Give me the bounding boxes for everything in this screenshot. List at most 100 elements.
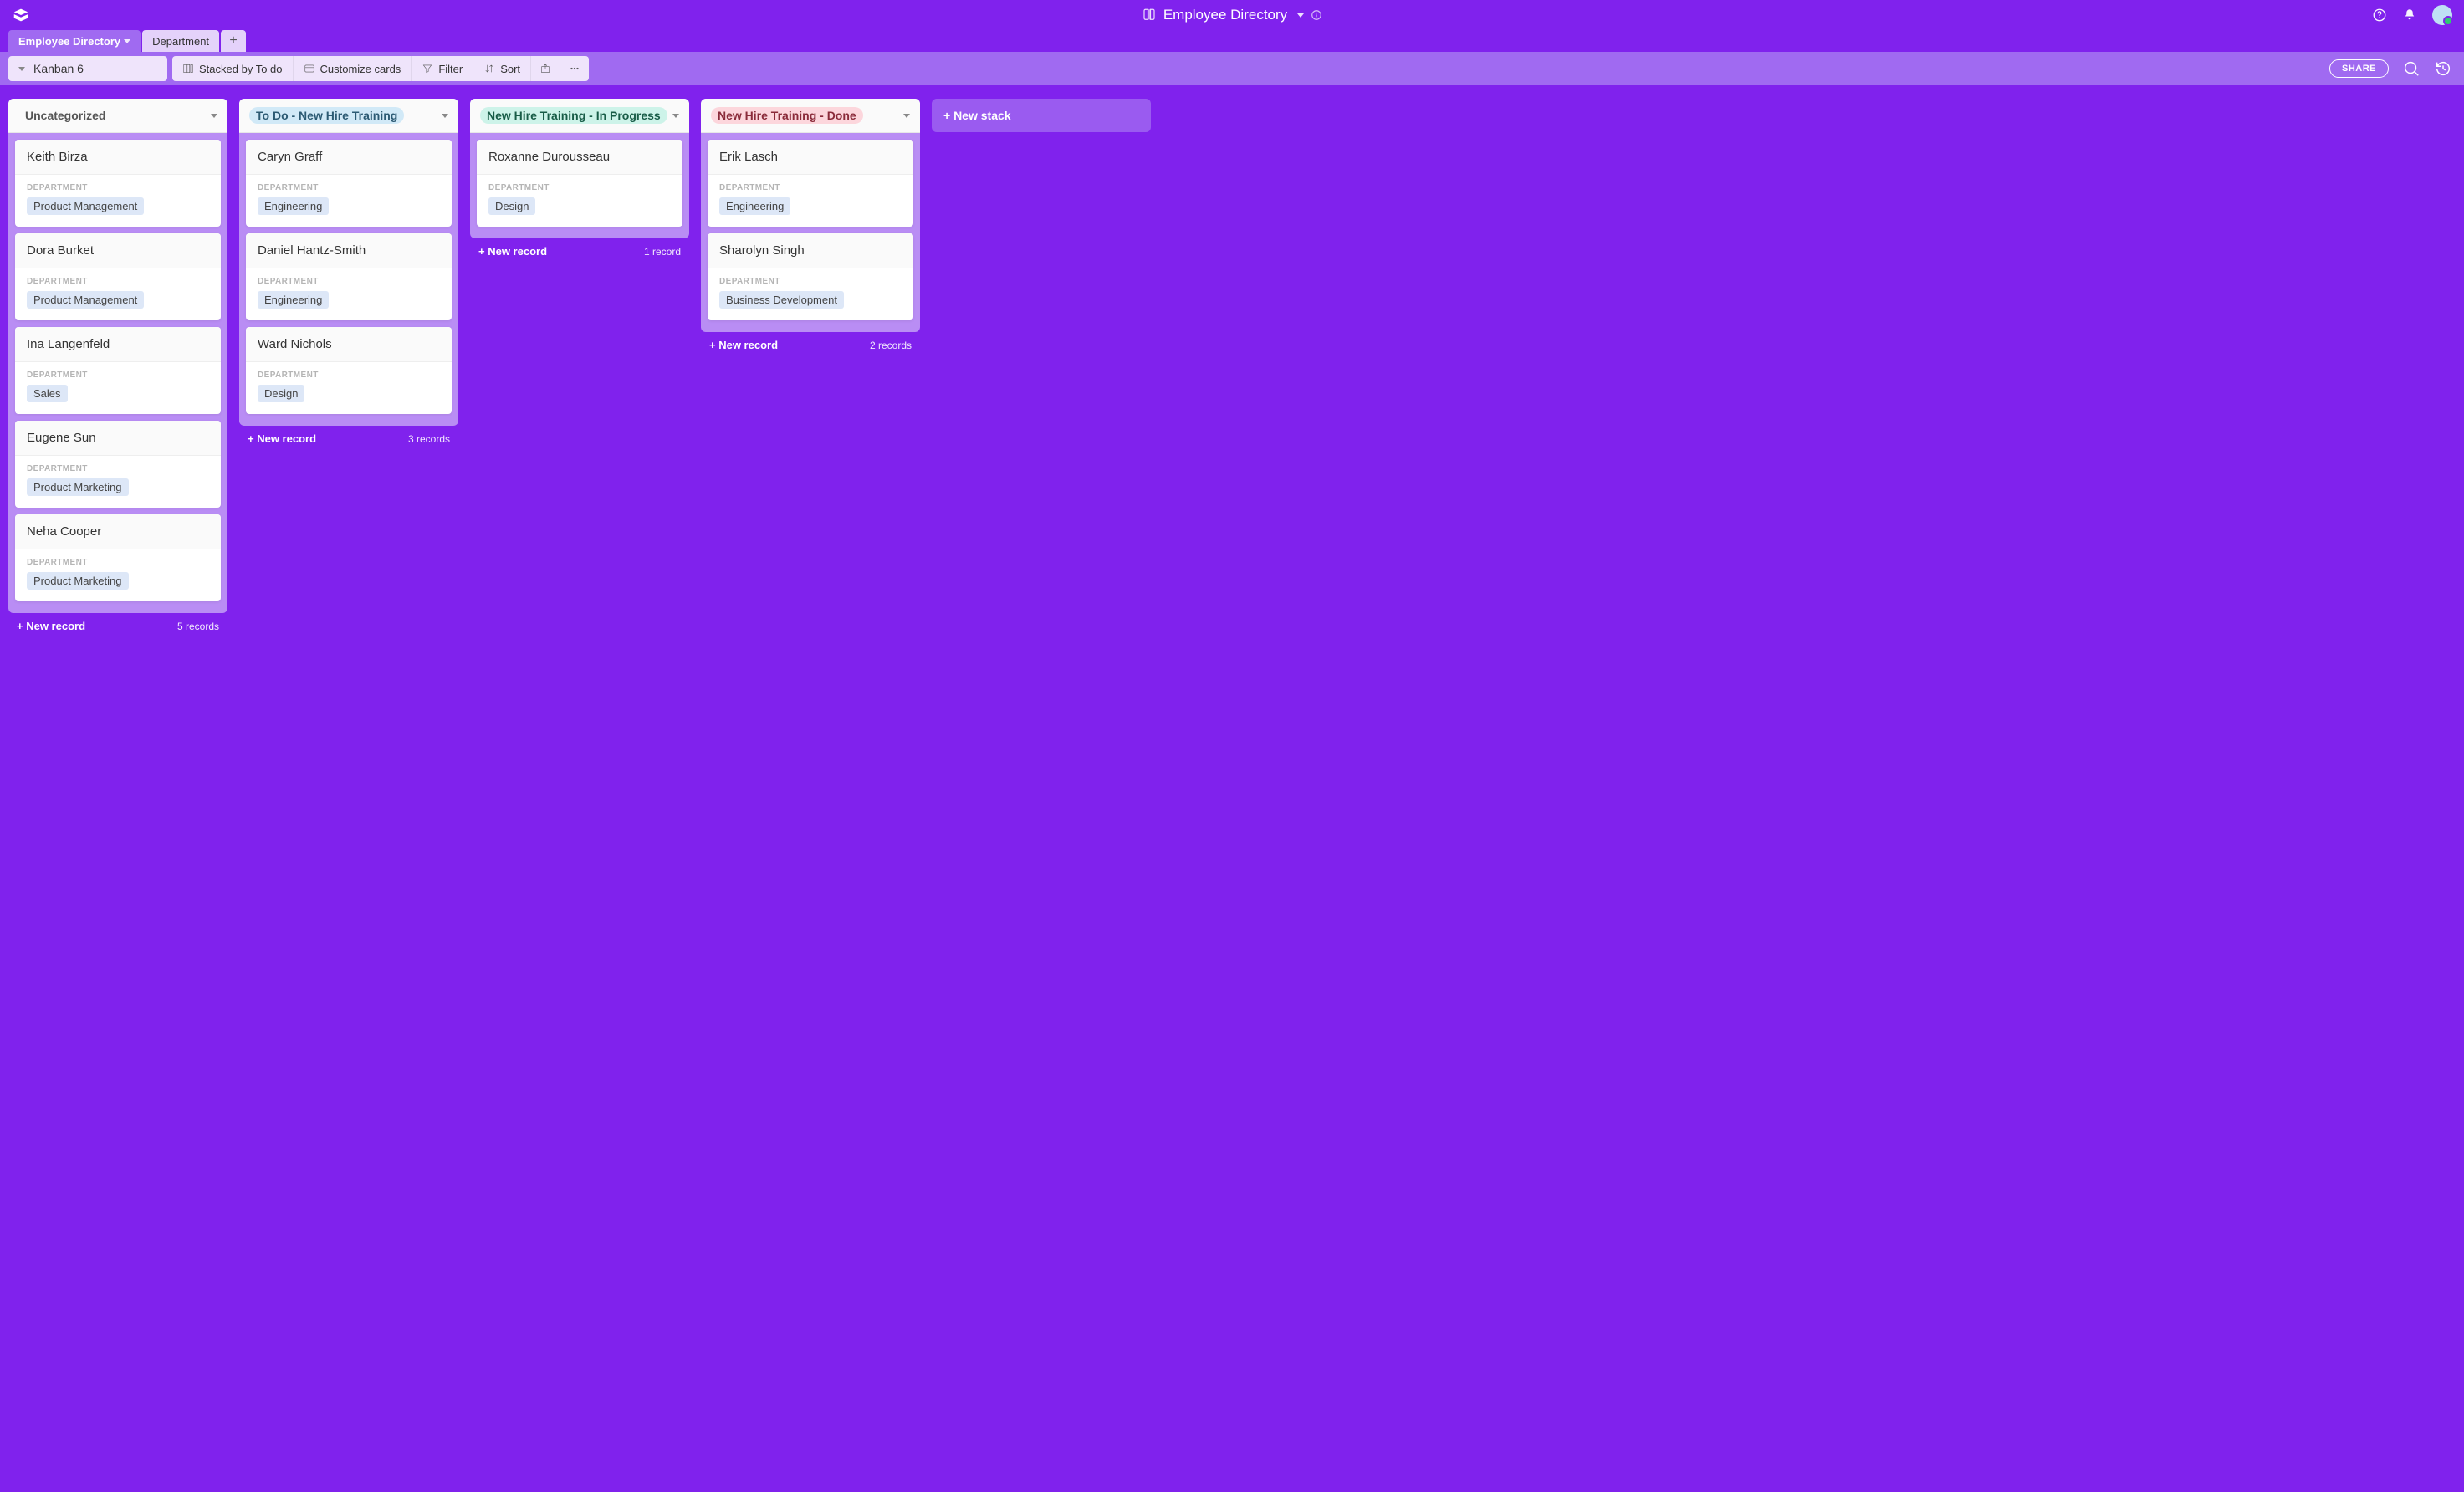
record-name: Daniel Hantz-Smith [246,233,452,268]
record-name: Eugene Sun [15,421,221,456]
stack-title: New Hire Training - Done [711,107,863,124]
stack-title: New Hire Training - In Progress [480,107,667,124]
record-card[interactable]: Roxanne Durousseau DEPARTMENT Design [477,140,682,227]
department-pill: Design [488,197,535,215]
dots-icon [569,63,580,74]
stacked-by-label: Stacked by To do [199,63,283,75]
tab-department[interactable]: Department [142,30,219,52]
record-name: Caryn Graff [246,140,452,175]
kanban-stack: To Do - New Hire TrainingCaryn GraffDEPA… [239,99,458,447]
field-label: DEPARTMENT [719,277,902,286]
record-card[interactable]: Sharolyn SinghDEPARTMENTBusiness Develop… [708,233,913,320]
sort-button[interactable]: Sort [473,56,530,81]
base-title[interactable]: Employee Directory [1163,7,1287,23]
toolbar-options-group: Stacked by To do Customize cards Filter … [172,56,589,81]
stack-cards: Caryn GraffDEPARTMENTEngineeringDaniel H… [239,133,458,421]
new-record-button[interactable]: + New record [478,245,547,258]
record-card[interactable]: Ward NicholsDEPARTMENTDesign [246,327,452,414]
filter-label: Filter [438,63,463,75]
record-card[interactable]: Caryn GraffDEPARTMENTEngineering [246,140,452,227]
kanban-stack: UncategorizedKeith BirzaDEPARTMENTProduc… [8,99,227,634]
field-label: DEPARTMENT [27,464,209,473]
department-pill: Business Development [719,291,844,309]
tab-dropdown-icon [124,39,130,43]
record-card[interactable]: Erik LaschDEPARTMENTEngineering [708,140,913,227]
record-body: DEPARTMENTEngineering [246,175,452,227]
record-name: Dora Burket [15,233,221,268]
user-avatar[interactable] [2432,5,2452,25]
search-icon[interactable] [2402,59,2421,78]
record-card[interactable]: Daniel Hantz-Smith DEPARTMENT Engineering [246,233,452,320]
chevron-down-icon [903,114,910,118]
stack-header[interactable]: New Hire Training - In Progress [470,99,689,133]
new-stack-button[interactable]: + New stack [932,99,1151,132]
record-card[interactable]: Keith BirzaDEPARTMENTProduct Management [15,140,221,227]
record-name: Ward Nichols [246,327,452,362]
stack-header[interactable]: New Hire Training - Done [701,99,920,133]
record-card[interactable]: Eugene Sun DEPARTMENT Product Marketing [15,421,221,508]
record-body: DEPARTMENTProduct Marketing [15,549,221,601]
view-toolbar: Kanban 6 Stacked by To do Customize card… [0,52,2464,85]
record-count: 1 record [644,246,681,258]
record-body: DEPARTMENTProduct Management [15,268,221,320]
notifications-icon[interactable] [2402,8,2417,23]
stack-inner: New Hire Training - In Progress Roxanne D… [470,99,689,238]
department-pill: Product Management [27,197,144,215]
new-record-button[interactable]: + New record [17,620,85,632]
stack-icon [182,63,194,74]
field-label: DEPARTMENT [27,370,209,380]
record-body: DEPARTMENT Design [477,175,682,227]
stack-cards: Keith BirzaDEPARTMENTProduct ManagementD… [8,133,227,608]
department-pill: Product Marketing [27,478,129,496]
record-card[interactable]: Neha CooperDEPARTMENTProduct Marketing [15,514,221,601]
view-picker[interactable]: Kanban 6 [8,56,167,81]
new-record-button[interactable]: + New record [709,339,778,351]
field-label: DEPARTMENT [27,277,209,286]
department-pill: Engineering [258,291,329,309]
department-pill: Engineering [258,197,329,215]
stacked-by-button[interactable]: Stacked by To do [172,56,293,81]
record-name: Keith Birza [15,140,221,175]
stack-footer: + New record2 records [701,332,920,353]
sort-label: Sort [500,63,520,75]
stack-inner: To Do - New Hire TrainingCaryn GraffDEPA… [239,99,458,426]
field-label: DEPARTMENT [488,183,671,192]
share-button[interactable]: SHARE [2329,59,2389,78]
record-body: DEPARTMENTSales [15,362,221,414]
share-box-icon [539,63,551,74]
customize-cards-button[interactable]: Customize cards [293,56,412,81]
stack-footer: + New record5 records [8,613,227,634]
stack-title: To Do - New Hire Training [249,107,404,124]
tab-employee-directory[interactable]: Employee Directory [8,30,141,52]
share-view-button[interactable] [530,56,560,81]
chevron-down-icon [442,114,448,118]
stack-inner: New Hire Training - DoneErik LaschDEPART… [701,99,920,332]
filter-button[interactable]: Filter [411,56,473,81]
book-icon [1142,8,1157,23]
record-count: 3 records [408,433,450,445]
stack-footer: + New record 1 record [470,238,689,259]
stack-title: Uncategorized [18,107,112,124]
card-icon [304,63,315,74]
info-icon[interactable] [1311,9,1322,21]
record-body: DEPARTMENTDesign [246,362,452,414]
toolbar-right: SHARE [2329,59,2452,78]
record-card[interactable]: Dora BurketDEPARTMENTProduct Management [15,233,221,320]
history-icon[interactable] [2434,59,2452,78]
field-label: DEPARTMENT [258,277,440,286]
help-icon[interactable] [2372,8,2387,23]
sort-icon [483,63,495,74]
base-title-dropdown-icon[interactable] [1297,13,1304,18]
record-name: Roxanne Durousseau [477,140,682,175]
stack-header[interactable]: To Do - New Hire Training [239,99,458,133]
kanban-board: UncategorizedKeith BirzaDEPARTMENTProduc… [0,85,2464,1492]
new-record-button[interactable]: + New record [248,432,316,445]
more-options-button[interactable] [560,56,589,81]
record-name: Erik Lasch [708,140,913,175]
app-logo[interactable] [12,6,30,24]
add-table-button[interactable]: + [221,30,246,52]
record-body: DEPARTMENTProduct Management [15,175,221,227]
record-card[interactable]: Ina LangenfeldDEPARTMENTSales [15,327,221,414]
customize-cards-label: Customize cards [320,63,401,75]
stack-header[interactable]: Uncategorized [8,99,227,133]
